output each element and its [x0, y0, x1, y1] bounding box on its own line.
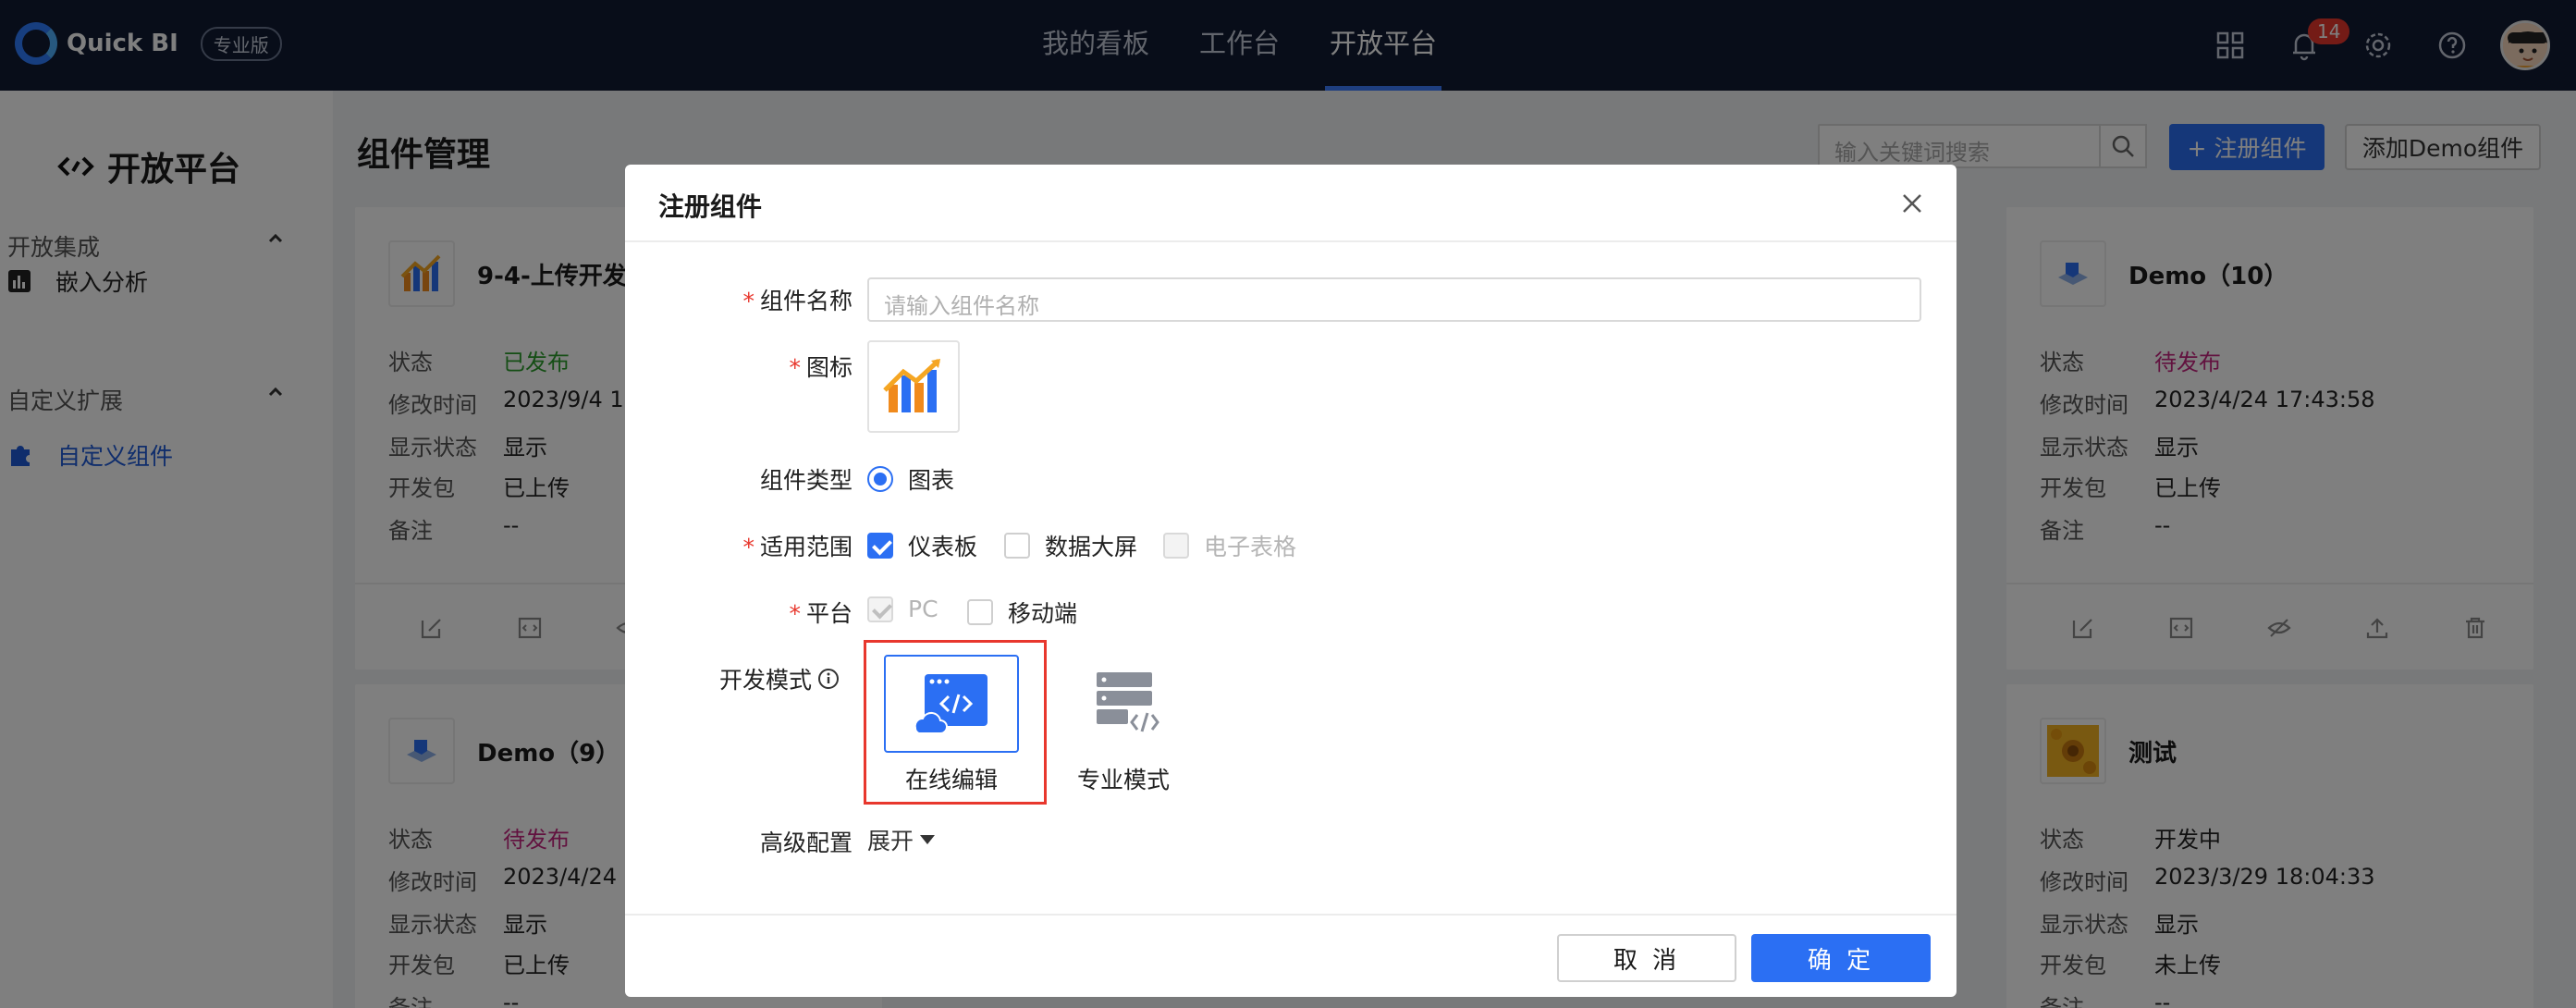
dialog-title: 注册组件: [658, 191, 763, 222]
checkbox[interactable]: [1004, 533, 1030, 559]
type-option-chart[interactable]: 图表: [867, 462, 954, 496]
chart-component-icon: [883, 359, 940, 412]
checkbox-disabled: [1163, 533, 1189, 559]
dialog-footer: 取 消 确 定: [625, 914, 1957, 997]
mode-option-professional[interactable]: 专业模式: [1056, 655, 1191, 795]
platform-option-pc: PC: [867, 596, 938, 622]
type-field-label: 组件类型: [759, 467, 853, 494]
component-name-input[interactable]: 请输入组件名称: [867, 277, 1921, 322]
checkbox-checked[interactable]: [867, 533, 893, 559]
scope-field-label: * 适用范围: [742, 534, 853, 560]
expand-advanced-toggle[interactable]: 展开: [867, 823, 936, 856]
online-edit-icon: [884, 655, 1019, 753]
cancel-button[interactable]: 取 消: [1557, 934, 1736, 982]
icon-field-label: * 图标: [789, 354, 853, 381]
checkbox-disabled-checked: [867, 596, 893, 622]
platform-option-mobile[interactable]: 移动端: [967, 596, 1077, 629]
advanced-field-label: 高级配置: [759, 830, 853, 856]
mode-option-online-edit[interactable]: 在线编辑: [884, 655, 1019, 795]
mode-field-label: 开发模式: [627, 662, 840, 695]
close-icon[interactable]: [1895, 187, 1929, 220]
name-field-label: * 组件名称: [742, 288, 853, 314]
checkbox[interactable]: [967, 599, 993, 625]
dialog-header: 注册组件: [625, 165, 1957, 242]
component-icon-picker[interactable]: [867, 340, 960, 433]
register-component-dialog: 注册组件 * 组件名称 请输入组件名称 * 图标 组件类型 图表 * 适用范围 仪表板…: [625, 165, 1957, 997]
scope-option-dashboard[interactable]: 仪表板: [867, 529, 977, 562]
info-icon[interactable]: [817, 668, 840, 690]
platform-field-label: * 平台: [789, 600, 853, 627]
scope-option-big-screen[interactable]: 数据大屏: [1004, 529, 1137, 562]
page: Quick BI 专业版 我的看板 工作台 开放平台 14: [0, 0, 2576, 1008]
radio-selected[interactable]: [867, 466, 893, 492]
server-code-icon: [1056, 655, 1191, 753]
caret-down-icon: [920, 835, 936, 844]
confirm-button[interactable]: 确 定: [1751, 934, 1931, 982]
scope-option-spreadsheet: 电子表格: [1163, 529, 1296, 562]
